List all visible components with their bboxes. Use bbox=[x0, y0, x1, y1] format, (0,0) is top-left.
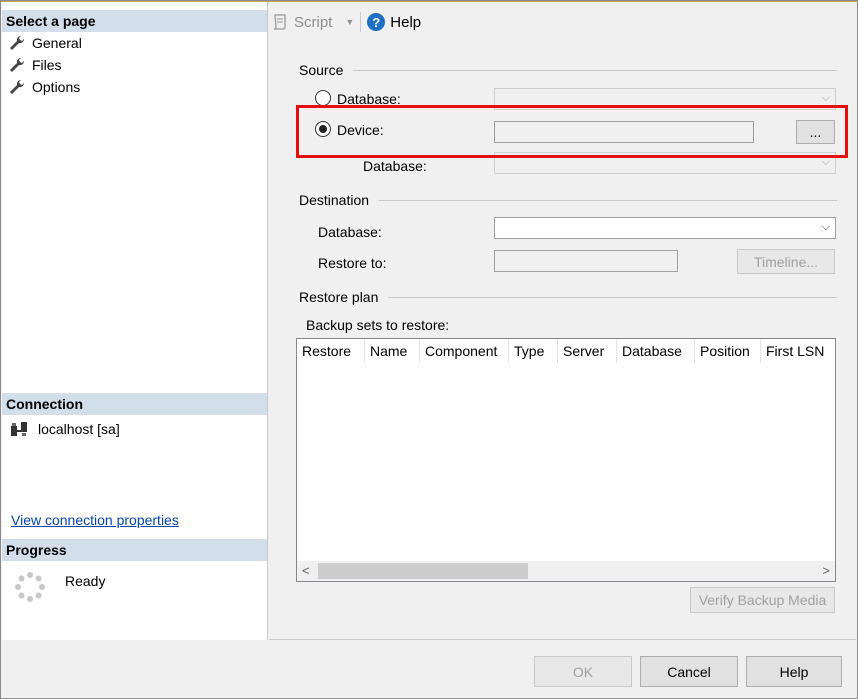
page-item-label: Options bbox=[32, 79, 81, 95]
progress-status: Ready bbox=[65, 573, 106, 589]
column-header-server[interactable]: Server bbox=[558, 339, 617, 363]
connection-label: localhost [sa] bbox=[38, 421, 120, 437]
divider bbox=[353, 69, 837, 71]
chevron-down-icon: ⌵ bbox=[821, 221, 830, 233]
toolbar: Script ▼ ? Help bbox=[269, 3, 857, 41]
connection-header: Connection bbox=[2, 393, 267, 415]
wrench-icon bbox=[10, 79, 25, 94]
divider bbox=[379, 199, 837, 201]
script-icon bbox=[273, 14, 286, 30]
source-device-radio[interactable] bbox=[315, 121, 331, 137]
source-group-title: Source bbox=[299, 62, 837, 78]
column-header-first-lsn[interactable]: First LSN bbox=[761, 339, 835, 363]
backup-sets-grid[interactable]: Restore Name Component Type Server Datab… bbox=[296, 338, 836, 582]
view-connection-properties-link[interactable]: View connection properties bbox=[11, 512, 179, 528]
source-database-radio[interactable] bbox=[315, 90, 331, 106]
toolbar-separator bbox=[360, 12, 362, 32]
server-connection-icon bbox=[11, 422, 27, 436]
column-header-position[interactable]: Position bbox=[695, 339, 761, 363]
restore-to-input[interactable] bbox=[494, 250, 678, 272]
page-item-label: Files bbox=[32, 57, 62, 73]
column-header-component[interactable]: Component bbox=[420, 339, 509, 363]
restore-plan-title: Restore plan bbox=[299, 289, 379, 305]
wrench-icon bbox=[10, 35, 25, 50]
destination-database-label: Database: bbox=[318, 224, 382, 240]
column-header-type[interactable]: Type bbox=[509, 339, 558, 363]
device-path-input[interactable] bbox=[494, 121, 754, 143]
script-label: Script bbox=[294, 13, 333, 31]
help-button[interactable]: Help bbox=[746, 656, 842, 687]
column-header-database[interactable]: Database bbox=[617, 339, 695, 363]
chevron-down-icon: ⌵ bbox=[821, 92, 830, 104]
backup-sets-label: Backup sets to restore: bbox=[306, 317, 450, 333]
destination-database-combo[interactable]: ⌵ bbox=[494, 217, 836, 239]
progress-header: Progress bbox=[2, 539, 267, 561]
cancel-button[interactable]: Cancel bbox=[640, 656, 738, 687]
chevron-right-icon[interactable]: > bbox=[822, 563, 830, 578]
page-item-label: General bbox=[32, 35, 82, 51]
divider bbox=[388, 296, 837, 298]
source-database-label: Database: bbox=[337, 91, 401, 107]
column-header-restore[interactable]: Restore bbox=[297, 339, 365, 363]
verify-backup-media-button[interactable]: Verify Backup Media bbox=[690, 587, 835, 613]
left-panel: Select a page General Files Options Conn… bbox=[2, 2, 268, 640]
device-database-combo[interactable]: ⌵ bbox=[494, 152, 836, 174]
help-label: Help bbox=[390, 13, 422, 31]
source-database-combo[interactable]: ⌵ bbox=[494, 88, 836, 110]
progress-spinner-icon bbox=[15, 572, 45, 602]
select-page-header: Select a page bbox=[2, 10, 267, 32]
restore-to-label: Restore to: bbox=[318, 255, 387, 271]
wrench-icon bbox=[10, 57, 25, 72]
scrollbar-thumb[interactable] bbox=[318, 563, 528, 579]
connection-item: localhost [sa] bbox=[10, 420, 120, 438]
restore-plan-group-title: Restore plan bbox=[299, 289, 837, 305]
chevron-left-icon[interactable]: < bbox=[302, 563, 310, 578]
destination-title: Destination bbox=[299, 192, 370, 208]
device-database-label: Database: bbox=[363, 158, 427, 174]
chevron-down-icon: ⌵ bbox=[821, 156, 830, 168]
browse-device-button[interactable]: ... bbox=[796, 120, 835, 144]
page-item-files[interactable]: Files bbox=[8, 55, 62, 75]
page-item-options[interactable]: Options bbox=[8, 77, 80, 97]
chevron-down-icon[interactable]: ▼ bbox=[345, 17, 354, 27]
grid-header: Restore Name Component Type Server Datab… bbox=[297, 339, 835, 363]
source-title: Source bbox=[299, 62, 344, 78]
source-device-label: Device: bbox=[337, 122, 384, 138]
ok-button[interactable]: OK bbox=[534, 656, 632, 687]
horizontal-scrollbar[interactable]: < > bbox=[297, 561, 835, 581]
column-header-name[interactable]: Name bbox=[365, 339, 420, 363]
page-item-general[interactable]: General bbox=[8, 33, 82, 53]
help-icon: ? bbox=[367, 13, 386, 31]
script-button[interactable]: Script ▼ bbox=[271, 13, 354, 31]
timeline-button[interactable]: Timeline... bbox=[737, 249, 835, 274]
help-toolbar-button[interactable]: ? Help bbox=[367, 13, 421, 31]
divider bbox=[269, 639, 858, 640]
destination-group-title: Destination bbox=[299, 192, 837, 208]
restore-database-dialog: Select a page General Files Options Conn… bbox=[0, 0, 858, 699]
